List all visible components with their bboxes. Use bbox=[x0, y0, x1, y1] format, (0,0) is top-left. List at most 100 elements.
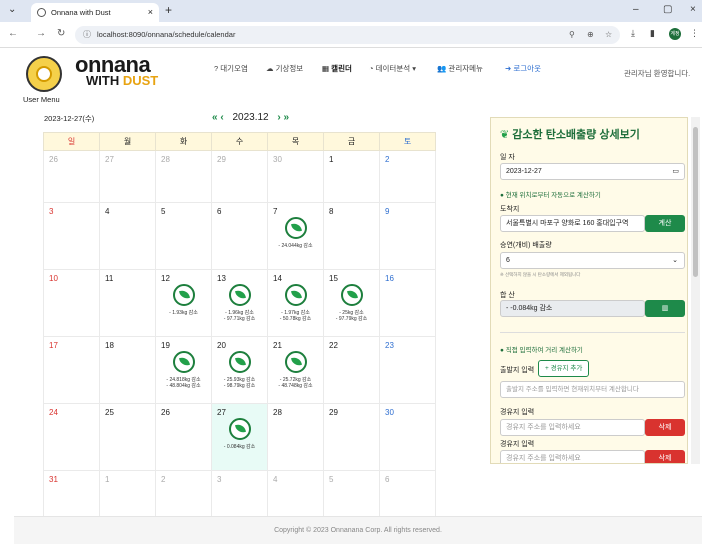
calendar-day-cell[interactable]: 19- 24.818kg 감소 - 48.804kg 감소 bbox=[155, 336, 212, 404]
calendar-day-cell[interactable]: 28 bbox=[267, 403, 324, 471]
calendar-picker-icon[interactable]: ▭ bbox=[672, 164, 679, 179]
user-menu-label[interactable]: User Menu bbox=[23, 95, 60, 104]
calendar-day-cell[interactable]: 14- 1.97kg 감소 - 50.78kg 감소 bbox=[267, 269, 324, 337]
leaf-badge-icon[interactable] bbox=[284, 217, 307, 239]
zoom-icon[interactable]: ⊕ bbox=[587, 26, 594, 44]
calendar-day-cell[interactable]: 1 bbox=[99, 470, 156, 523]
calendar-day-cell[interactable]: 5 bbox=[155, 202, 212, 270]
start-input[interactable]: 출발지 주소를 입력하면 현재위치부터 계산합니다 bbox=[500, 381, 685, 398]
calendar-day-cell[interactable]: 27 bbox=[99, 150, 156, 203]
trash-button[interactable]: ▥ bbox=[645, 300, 685, 317]
calendar-day-cell[interactable]: 30 bbox=[267, 150, 324, 203]
calendar-day-cell[interactable]: 24 bbox=[43, 403, 100, 471]
calendar-day-cell[interactable]: 12 - 1.93kg 감소 bbox=[155, 269, 212, 337]
nav-weather[interactable]: ☁ 기상정보 bbox=[266, 63, 303, 74]
calendar-day-cell[interactable]: 11 bbox=[99, 269, 156, 337]
site-info-icon[interactable]: ⓘ bbox=[83, 26, 91, 44]
calendar-day-cell[interactable]: 22 bbox=[323, 336, 380, 404]
next-month-button[interactable]: › bbox=[277, 112, 280, 123]
calendar-day-cell[interactable]: 17 bbox=[43, 336, 100, 404]
calendar-day-cell[interactable]: 26 bbox=[155, 403, 212, 471]
forward-icon[interactable]: → bbox=[36, 28, 46, 39]
calendar-day-cell[interactable]: 2 bbox=[155, 470, 212, 523]
leaf-badge-icon[interactable] bbox=[172, 351, 195, 373]
calendar-day-cell[interactable]: 23 bbox=[379, 336, 436, 404]
nav-admin-menu[interactable]: 👥 관리자메뉴 bbox=[437, 63, 483, 74]
leaf-badge-icon[interactable] bbox=[284, 351, 307, 373]
waypoint-1-input[interactable]: 경유지 주소를 입력하세요 bbox=[500, 419, 645, 436]
close-window-icon[interactable]: × bbox=[690, 4, 696, 15]
calculate-button[interactable]: 계산 bbox=[645, 215, 685, 232]
emission-note: ※ 선택하지 않을 시 탄소량에서 제외됩니다 bbox=[500, 272, 581, 277]
calendar-day-cell[interactable]: 21- 25.72kg 감소 - 48.748kg 감소 bbox=[267, 336, 324, 404]
calendar-day-cell[interactable]: 16 bbox=[379, 269, 436, 337]
minimize-icon[interactable]: – bbox=[633, 4, 639, 15]
close-tab-icon[interactable]: × bbox=[148, 3, 153, 22]
reload-icon[interactable]: ↻ bbox=[57, 28, 65, 39]
calendar-day-cell[interactable]: 3 bbox=[211, 470, 268, 523]
prev-month-button[interactable]: ‹ bbox=[220, 112, 223, 123]
profile-avatar[interactable]: 계정 bbox=[669, 28, 681, 40]
new-tab-button[interactable]: + bbox=[165, 3, 172, 17]
calendar-day-cell[interactable]: 27 - 0.084kg 감소 bbox=[211, 403, 268, 471]
nav-calendar[interactable]: ▦ 캘린더 bbox=[322, 63, 352, 74]
leaf-badge-icon[interactable] bbox=[228, 418, 251, 440]
leaf-badge-icon[interactable] bbox=[228, 284, 251, 306]
calendar-day-cell[interactable]: 20- 25.93kg 감소 - 98.79kg 감소 bbox=[211, 336, 268, 404]
url-input[interactable]: ⓘ localhost:8090/onnana/schedule/calenda… bbox=[75, 26, 620, 44]
calendar-day-cell[interactable]: 4 bbox=[267, 470, 324, 523]
calendar-day-cell[interactable]: 1 bbox=[323, 150, 380, 203]
calendar-day-cell[interactable]: 29 bbox=[211, 150, 268, 203]
delete-waypoint-1-button[interactable]: 삭제 bbox=[645, 419, 685, 436]
restore-icon[interactable]: ▢ bbox=[663, 4, 672, 15]
emission-value: 6 bbox=[506, 257, 510, 264]
back-icon[interactable]: ← bbox=[8, 28, 18, 39]
leaf-badge-icon[interactable] bbox=[228, 351, 251, 373]
tab-list-chevron-icon[interactable]: ⌄ bbox=[8, 4, 16, 15]
delete-waypoint-2-button[interactable]: 삭제 bbox=[645, 450, 685, 463]
side-panel-icon[interactable]: ▮ bbox=[650, 28, 655, 39]
calendar-day-cell[interactable]: 8 bbox=[323, 202, 380, 270]
calendar-day-cell[interactable]: 3 bbox=[43, 202, 100, 270]
date-input[interactable]: 2023-12-27 ▭ bbox=[500, 163, 685, 180]
location-icon[interactable]: ⚲ bbox=[569, 26, 575, 44]
calendar-day-cell[interactable]: 10 bbox=[43, 269, 100, 337]
nav-logout[interactable]: ➜ 로그아웃 bbox=[505, 63, 541, 74]
add-waypoint-button[interactable]: + 경유지 추가 bbox=[538, 360, 590, 377]
more-menu-icon[interactable]: ⋮ bbox=[690, 28, 699, 39]
calendar-day-cell[interactable]: 26 bbox=[43, 150, 100, 203]
panel-scrollbar[interactable] bbox=[691, 117, 700, 464]
next-year-button[interactable]: » bbox=[284, 112, 290, 123]
calendar-day-cell[interactable]: 2 bbox=[379, 150, 436, 203]
destination-input[interactable]: 서울특별시 마포구 양화로 160 홍대입구역 bbox=[500, 215, 645, 232]
calendar-day-cell[interactable]: 18 bbox=[99, 336, 156, 404]
download-icon[interactable]: ⤓ bbox=[631, 28, 635, 39]
emission-select[interactable]: 6 ⌄ bbox=[500, 252, 685, 269]
calendar-day-cell[interactable]: 25 bbox=[99, 403, 156, 471]
leaf-badge-icon[interactable] bbox=[340, 284, 363, 306]
calendar-day-cell[interactable]: 6 bbox=[211, 202, 268, 270]
calendar-navigation: « ‹ 2023.12 › » bbox=[212, 112, 289, 123]
calendar-day-cell[interactable]: 31 bbox=[43, 470, 100, 523]
leaf-badge-icon[interactable] bbox=[284, 284, 307, 306]
calendar-day-cell[interactable]: 5 bbox=[323, 470, 380, 523]
browser-tab[interactable]: Onnana with Dust × bbox=[31, 3, 159, 22]
prev-year-button[interactable]: « bbox=[212, 112, 218, 123]
calendar-day-cell[interactable]: 28 bbox=[155, 150, 212, 203]
bookmark-star-icon[interactable]: ☆ bbox=[605, 26, 612, 44]
nav-data-analysis[interactable]: ◔ 데이터분석 ▾ bbox=[369, 63, 416, 74]
calendar-day-cell[interactable]: 4 bbox=[99, 202, 156, 270]
calendar-day-cell[interactable]: 13- 1.96kg 감소 - 97.71kg 감소 bbox=[211, 269, 268, 337]
calendar-day-cell[interactable]: 7 - 24.044kg 감소 bbox=[267, 202, 324, 270]
nav-air-pollution[interactable]: ? 대기오염 bbox=[214, 63, 248, 74]
calendar-day-cell[interactable]: 30 bbox=[379, 403, 436, 471]
waypoint-2-input[interactable]: 경유지 주소를 입력하세요 bbox=[500, 450, 645, 463]
calendar-day-cell[interactable]: 15- 25kg 감소 - 97.79kg 감소 bbox=[323, 269, 380, 337]
calendar-day-cell[interactable]: 6 bbox=[379, 470, 436, 523]
logo-icon[interactable] bbox=[26, 56, 62, 92]
scrollbar-thumb[interactable] bbox=[693, 127, 698, 277]
calendar-day-cell[interactable]: 9 bbox=[379, 202, 436, 270]
calendar-day-cell[interactable]: 29 bbox=[323, 403, 380, 471]
leaf-badge-icon[interactable] bbox=[172, 284, 195, 306]
day-number: 7 bbox=[273, 207, 278, 216]
